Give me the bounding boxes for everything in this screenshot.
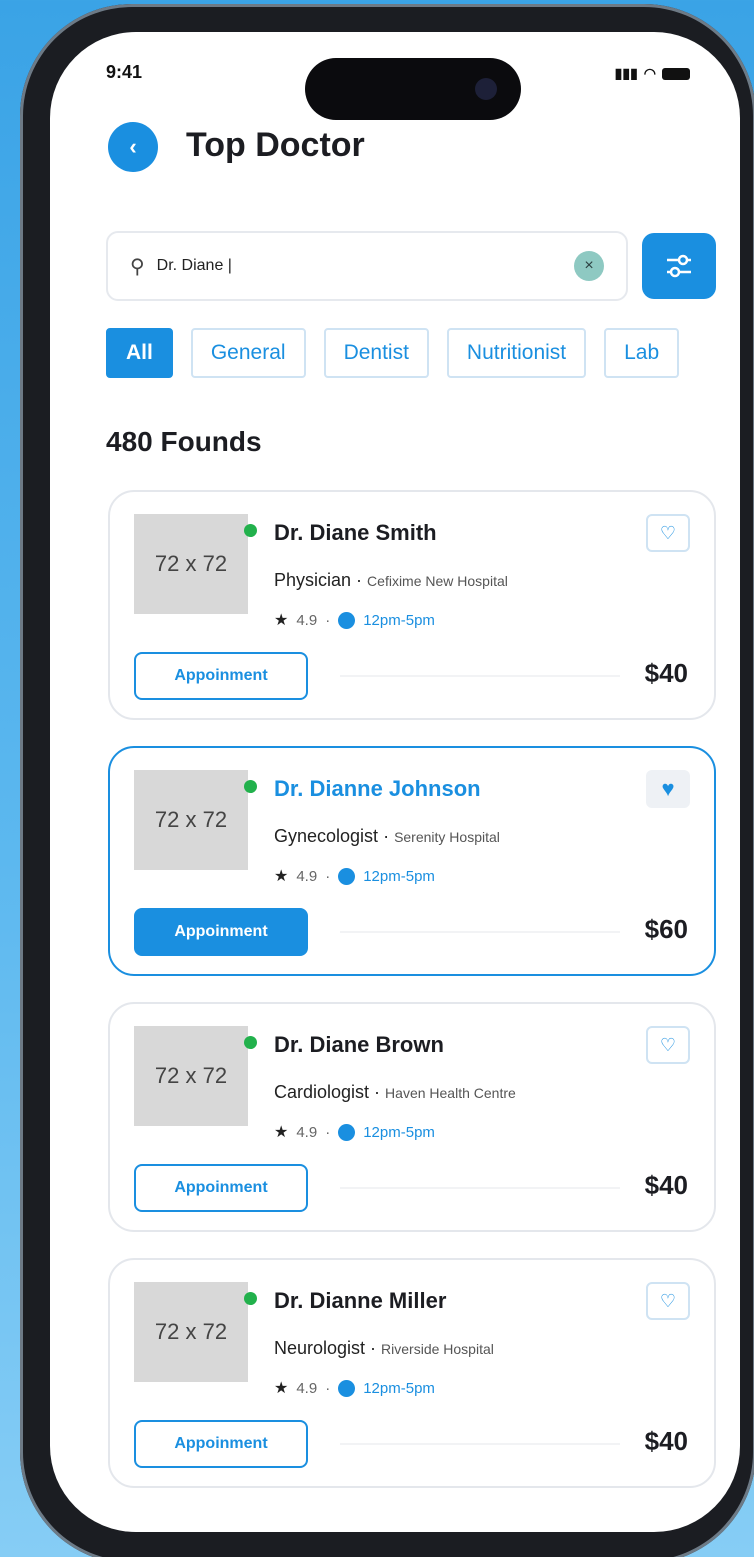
search-icon: ⚲ (130, 255, 145, 278)
doctor-specialty: Cardiologist (274, 1082, 370, 1102)
divider (340, 931, 620, 933)
doctor-photo-placeholder: 72 x 72 (134, 514, 248, 614)
doctor-name: Dr. Diane Smith (274, 520, 437, 545)
doctor-rating: 4.9 (296, 611, 318, 629)
page-title: Top Doctor (186, 126, 365, 164)
doctor-card-selected[interactable]: 72 x 72 Dr. Dianne Johnson Gynecologist … (108, 746, 716, 976)
doctor-meta: ★ 4.9 · 12pm-5pm (274, 610, 435, 630)
doctor-hours: 12pm-5pm (363, 1123, 435, 1141)
doctor-price: $40 (644, 1170, 688, 1200)
doctor-specialty: Physician (274, 570, 352, 590)
signal-icon: ▮▮▮ (614, 65, 638, 81)
online-status-dot (244, 1292, 257, 1305)
clock-icon (338, 611, 356, 629)
doctor-card[interactable]: 72 x 72 Dr. Dianne Miller Neurologist · … (108, 1258, 716, 1488)
separator-dot: · (325, 1379, 331, 1397)
doctor-hours: 12pm-5pm (363, 867, 435, 885)
doctor-card[interactable]: 72 x 72 Dr. Diane Brown Cardiologist · H… (108, 1002, 716, 1232)
separator-dot: · (325, 1123, 331, 1141)
doctor-price: $40 (644, 1426, 688, 1456)
doctor-meta: ★ 4.9 · 12pm-5pm (274, 1122, 435, 1142)
doctor-rating: 4.9 (296, 1123, 318, 1141)
doctor-meta: ★ 4.9 · 12pm-5pm (274, 1378, 435, 1398)
back-button[interactable]: ‹ (108, 122, 158, 172)
phone-frame: 9:41 ▮▮▮ ◠ ‹ Top Doctor ⚲ Dr. Diane | × … (20, 4, 754, 1557)
star-icon: ★ (274, 612, 289, 629)
doctor-rating: 4.9 (296, 867, 318, 885)
separator-dot: · (325, 867, 331, 885)
doctor-name: Dr. Dianne Miller (274, 1288, 447, 1313)
star-icon: ★ (274, 868, 289, 885)
status-time: 9:41 (106, 62, 143, 82)
online-status-dot (244, 524, 257, 537)
doctor-name: Dr. Dianne Johnson (274, 776, 481, 801)
doctor-price: $40 (644, 658, 688, 688)
status-icons: ▮▮▮ ◠ (615, 65, 690, 82)
category-chips: All General Dentist Nutritionist Lab (106, 328, 680, 378)
doctor-hospital: Cefixime New Hospital (367, 573, 508, 589)
doctor-specialty-line: Cardiologist · Haven Health Centre (274, 1082, 516, 1102)
battery-icon (662, 67, 690, 80)
doctor-card[interactable]: 72 x 72 Dr. Diane Smith Physician · Cefi… (108, 490, 716, 720)
sliders-icon (667, 254, 691, 278)
clock-icon (338, 867, 356, 885)
divider (340, 675, 620, 677)
favorite-heart-icon[interactable]: ♡ (646, 1282, 690, 1320)
camera-icon (475, 78, 497, 100)
appointment-button[interactable]: Appoinment (134, 1164, 308, 1212)
separator-dot: · (325, 611, 331, 629)
clear-search-icon[interactable]: × (574, 251, 604, 281)
doctor-hospital: Serenity Hospital (394, 829, 500, 845)
divider (340, 1187, 620, 1189)
doctor-photo-placeholder: 72 x 72 (134, 1282, 248, 1382)
star-icon: ★ (274, 1380, 289, 1397)
chip-general[interactable]: General (190, 328, 306, 378)
favorite-heart-icon[interactable]: ♡ (646, 514, 690, 552)
chip-lab[interactable]: Lab (604, 328, 680, 378)
appointment-button[interactable]: Appoinment (134, 652, 308, 700)
chip-all[interactable]: All (106, 328, 173, 378)
online-status-dot (244, 780, 257, 793)
chevron-left-icon: ‹ (129, 134, 137, 159)
dynamic-island (305, 58, 521, 120)
clock-icon (338, 1379, 356, 1397)
app-screen: 9:41 ▮▮▮ ◠ ‹ Top Doctor ⚲ Dr. Diane | × … (50, 32, 740, 1532)
doctor-photo-placeholder: 72 x 72 (134, 1026, 248, 1126)
filter-button[interactable] (642, 233, 716, 299)
doctor-hospital: Riverside Hospital (381, 1341, 494, 1357)
appointment-button[interactable]: Appoinment (134, 1420, 308, 1468)
doctor-name: Dr. Diane Brown (274, 1032, 444, 1057)
divider (340, 1443, 620, 1445)
online-status-dot (244, 1036, 257, 1049)
chip-nutritionist[interactable]: Nutritionist (446, 328, 587, 378)
doctor-meta: ★ 4.9 · 12pm-5pm (274, 866, 435, 886)
wifi-icon: ◠ (643, 65, 656, 81)
doctor-specialty-line: Physician · Cefixime New Hospital (274, 570, 508, 590)
clock-icon (338, 1123, 356, 1141)
doctor-hours: 12pm-5pm (363, 1379, 435, 1397)
star-icon: ★ (274, 1124, 289, 1141)
search-value[interactable]: Dr. Diane | (157, 257, 574, 275)
doctor-rating: 4.9 (296, 1379, 318, 1397)
doctor-specialty: Gynecologist (274, 826, 379, 846)
doctor-hours: 12pm-5pm (363, 611, 435, 629)
results-count: 480 Founds (106, 426, 262, 457)
doctor-hospital: Haven Health Centre (385, 1085, 516, 1101)
favorite-heart-filled-icon[interactable]: ♥ (646, 770, 690, 808)
doctor-photo-placeholder: 72 x 72 (134, 770, 248, 870)
doctor-specialty: Neurologist (274, 1338, 366, 1358)
chip-dentist[interactable]: Dentist (323, 328, 429, 378)
appointment-button[interactable]: Appoinment (134, 908, 308, 956)
doctor-specialty-line: Gynecologist · Serenity Hospital (274, 826, 500, 846)
search-input[interactable]: ⚲ Dr. Diane | × (106, 231, 628, 301)
doctor-price: $60 (644, 914, 688, 944)
favorite-heart-icon[interactable]: ♡ (646, 1026, 690, 1064)
doctor-specialty-line: Neurologist · Riverside Hospital (274, 1338, 494, 1358)
